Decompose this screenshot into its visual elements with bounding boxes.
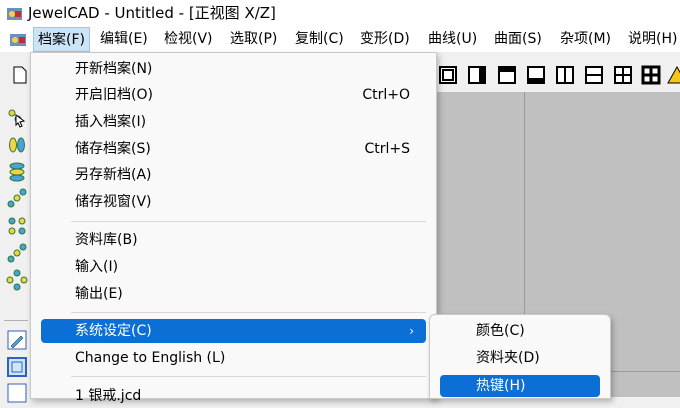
window-title: JewelCAD - Untitled - [正视图 X/Z]: [28, 4, 276, 22]
menu-item-save-as[interactable]: 另存新档(A): [41, 163, 426, 187]
title-bar: JewelCAD - Untitled - [正视图 X/Z]: [0, 0, 680, 27]
menu-copy[interactable]: 复制(C): [295, 27, 344, 52]
menu-item-save[interactable]: 储存档案(S) Ctrl+S: [41, 137, 426, 161]
menu-item-system-settings[interactable]: 系统设定(C) ›: [41, 319, 426, 343]
menu-item-save-view[interactable]: 储存视窗(V): [41, 190, 426, 214]
menu-item-library[interactable]: 资料库(B): [41, 228, 426, 252]
menu-file[interactable]: 档案(F): [33, 27, 90, 52]
menu-curve[interactable]: 曲线(U): [428, 27, 477, 52]
zoom-window-icon[interactable]: [6, 356, 28, 378]
view-quad-bold-icon[interactable]: [641, 65, 661, 85]
view-top-icon[interactable]: [497, 65, 517, 85]
stack-icon[interactable]: [6, 161, 28, 183]
frame-icon[interactable]: [6, 382, 28, 404]
view-quad-icon[interactable]: [613, 65, 633, 85]
menu-view[interactable]: 检视(V): [164, 27, 213, 52]
select-pointer-icon[interactable]: [6, 107, 28, 129]
chain-icon[interactable]: [6, 242, 28, 264]
menu-separator: [71, 221, 426, 222]
menu-item-change-english[interactable]: Change to English (L): [41, 346, 426, 370]
new-file-icon[interactable]: [10, 65, 30, 85]
menu-item-import[interactable]: 输入(I): [41, 255, 426, 279]
view-split-horizontal-icon[interactable]: [584, 65, 604, 85]
ring-nodes-icon[interactable]: [6, 269, 28, 291]
view-right-icon[interactable]: [467, 65, 487, 85]
menu-edit[interactable]: 编辑(E): [100, 27, 148, 52]
settings-submenu: 颜色(C) 资料夹(D) 热键(H): [429, 314, 611, 399]
nodes-icon[interactable]: [6, 188, 28, 210]
pen-draw-icon[interactable]: [6, 329, 28, 351]
side-toolbar: [0, 92, 32, 403]
menu-misc[interactable]: 杂项(M): [560, 27, 611, 52]
view-split-vertical-icon[interactable]: [555, 65, 575, 85]
ellipse-pair-icon[interactable]: [6, 134, 28, 156]
submenu-item-color[interactable]: 颜色(C): [440, 320, 600, 342]
toolbar-divider: [4, 320, 28, 321]
view-single-icon[interactable]: [438, 65, 458, 85]
menu-item-open[interactable]: 开启旧档(O) Ctrl+O: [41, 83, 426, 107]
jewelcad-app-icon: [7, 8, 22, 20]
jewelcad-app-icon[interactable]: [9, 31, 27, 49]
warning-icon[interactable]: [667, 65, 680, 85]
menu-item-recent-file[interactable]: 1 银戒.jcd: [41, 384, 426, 408]
menu-bar: 档案(F) 编辑(E) 检视(V) 选取(P) 复制(C) 变形(D) 曲线(U…: [0, 27, 680, 52]
file-menu-dropdown: 开新档案(N) 开启旧档(O) Ctrl+O 插入档案(I) 储存档案(S) C…: [30, 52, 437, 404]
submenu-item-hotkey[interactable]: 热键(H): [440, 375, 600, 397]
chevron-right-icon: ›: [409, 324, 414, 338]
menu-separator: [71, 312, 426, 313]
menu-select[interactable]: 选取(P): [230, 27, 277, 52]
menu-item-insert[interactable]: 插入档案(I): [41, 110, 426, 134]
submenu-item-folder[interactable]: 资料夹(D): [440, 347, 600, 369]
menu-transform[interactable]: 变形(D): [360, 27, 410, 52]
grid-nodes-icon[interactable]: [6, 215, 28, 237]
menu-help[interactable]: 说明(H): [628, 27, 677, 52]
menu-separator: [71, 376, 426, 377]
menu-item-new[interactable]: 开新档案(N): [41, 57, 426, 81]
menu-surface[interactable]: 曲面(S): [494, 27, 542, 52]
menu-item-export[interactable]: 输出(E): [41, 282, 426, 306]
view-bottom-icon[interactable]: [526, 65, 546, 85]
